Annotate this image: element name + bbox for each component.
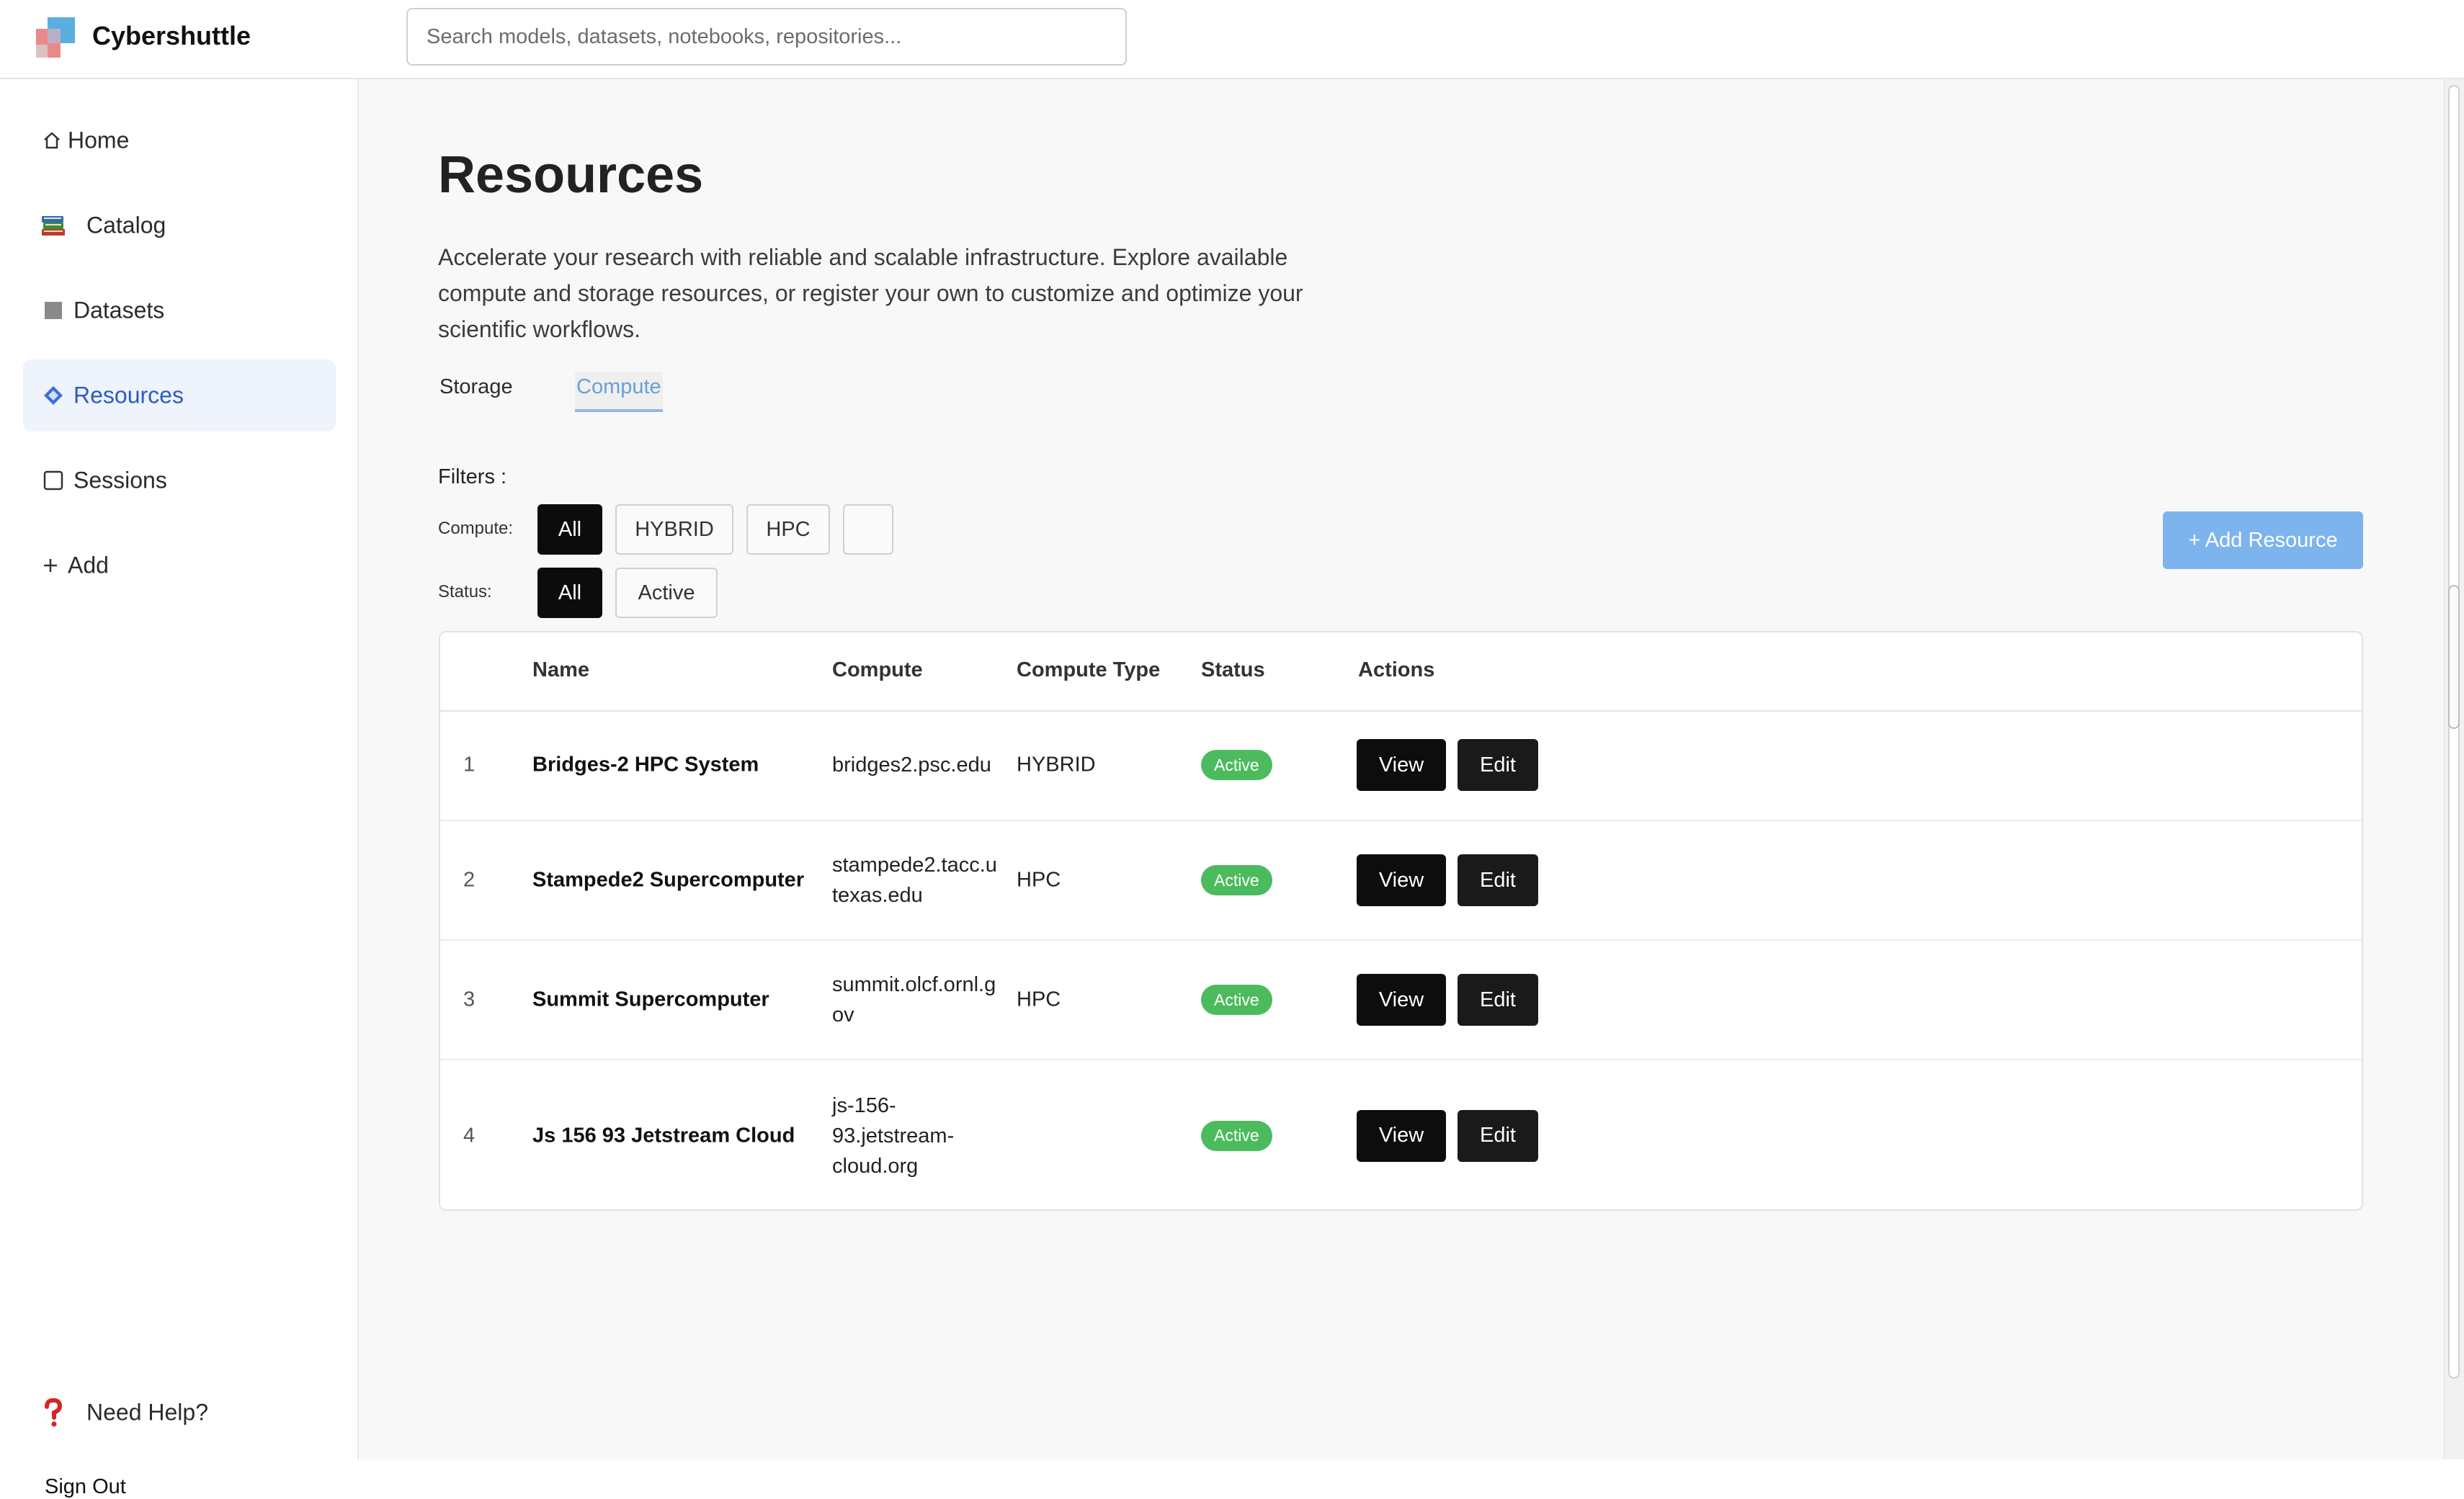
status-filter-all[interactable]: All [537, 568, 602, 618]
diamond-icon [39, 381, 68, 410]
resource-compute-type: HPC [1017, 988, 1061, 1011]
sidebar-item-catalog[interactable]: Catalog [23, 189, 336, 261]
column-header-compute[interactable]: Compute [832, 658, 923, 682]
home-icon [37, 126, 66, 155]
compute-filter-label: Compute: [438, 519, 514, 538]
edit-button[interactable]: Edit [1458, 739, 1538, 791]
plus-icon [36, 551, 65, 580]
resource-compute-host: js-156-93.jetstream-cloud.org [832, 1093, 955, 1178]
sidebar-item-home[interactable]: Home [23, 104, 336, 176]
resource-name[interactable]: Stampede2 Supercomputer [532, 869, 804, 892]
square-outline-icon [39, 466, 68, 495]
scrollbar-track[interactable] [2444, 79, 2464, 1459]
table-row: 2 Stampede2 Supercomputer stampede2.tacc… [440, 821, 2362, 941]
row-index: 2 [463, 868, 476, 892]
tab-compute[interactable]: Compute [575, 372, 663, 412]
resource-name[interactable]: Summit Supercomputer [532, 988, 769, 1012]
sidebar-item-label: Home [68, 127, 130, 153]
tab-storage[interactable]: Storage [439, 372, 513, 412]
column-header-compute-type[interactable]: Compute Type [1017, 658, 1160, 682]
status-badge: Active [1201, 865, 1272, 895]
status-filter-active[interactable]: Active [615, 568, 718, 618]
search-input[interactable] [406, 8, 1127, 66]
sidebar-item-datasets[interactable]: Datasets [23, 274, 336, 346]
column-header-actions: Actions [1358, 658, 1435, 681]
resources-table: Name Compute Compute Type Status Actions… [439, 631, 2363, 1211]
sidebar: Home Catalog Datasets Resources Sessions… [0, 79, 359, 1498]
page-description: Accelerate your research with reliable a… [438, 244, 1303, 342]
status-filter-label: Status: [438, 582, 492, 601]
table-row: 3 Summit Supercomputer summit.olcf.ornl.… [440, 941, 2362, 1060]
table-row: 1 Bridges-2 HPC System bridges2.psc.edu … [440, 710, 2362, 821]
resource-name[interactable]: Js 156 93 Jetstream Cloud [532, 1124, 795, 1147]
sidebar-item-sessions[interactable]: Sessions [23, 444, 336, 516]
compute-filter-empty[interactable] [843, 504, 893, 555]
table-row: 4 Js 156 93 Jetstream Cloud js-156-93.je… [440, 1060, 2362, 1209]
column-header-status[interactable]: Status [1201, 658, 1265, 682]
resource-compute-host: bridges2.psc.edu [832, 753, 991, 777]
sidebar-item-resources[interactable]: Resources [23, 359, 336, 431]
sidebar-item-label: Add [68, 552, 109, 578]
filters-label: Filters : [438, 465, 507, 488]
row-index: 1 [463, 753, 476, 777]
edit-button[interactable]: Edit [1458, 1109, 1538, 1162]
status-badge: Active [1201, 985, 1272, 1015]
resource-compute-host: stampede2.tacc.utexas.edu [832, 854, 997, 907]
scrollbar-thumb[interactable] [2448, 85, 2460, 1379]
view-button[interactable]: View [1357, 974, 1446, 1026]
edit-button[interactable]: Edit [1458, 854, 1538, 906]
sidebar-item-add[interactable]: Add [23, 529, 336, 601]
sidebar-item-label: Catalog [86, 212, 166, 238]
sidebar-item-label: Resources [73, 382, 184, 408]
sidebar-item-label: Datasets [73, 297, 165, 323]
compute-filter-all[interactable]: All [537, 504, 602, 555]
row-index: 3 [463, 988, 476, 1011]
resource-compute-type: HPC [1017, 868, 1061, 892]
view-button[interactable]: View [1357, 1109, 1446, 1162]
sidebar-item-label: Sessions [73, 467, 167, 493]
need-help-link[interactable]: Need Help? [23, 1380, 336, 1445]
view-button[interactable]: View [1357, 854, 1446, 906]
view-button[interactable]: View [1357, 739, 1446, 791]
resource-compute-host: summit.olcf.ornl.gov [832, 973, 996, 1026]
resource-compute-type: HYBRID [1017, 753, 1096, 777]
row-index: 4 [463, 1124, 476, 1147]
need-help-label: Need Help? [86, 1399, 208, 1426]
top-header: Cybershuttle [0, 0, 2464, 79]
status-badge: Active [1201, 750, 1272, 780]
status-badge: Active [1201, 1120, 1272, 1151]
square-filled-icon [39, 296, 68, 325]
question-icon [39, 1398, 68, 1427]
compute-filter-hybrid[interactable]: HYBRID [615, 504, 733, 555]
edit-button[interactable]: Edit [1458, 974, 1538, 1026]
brand-name[interactable]: Cybershuttle [92, 20, 251, 52]
compute-filter-hpc[interactable]: HPC [746, 504, 830, 555]
page-title: Resources [438, 146, 704, 204]
column-header-name[interactable]: Name [532, 658, 589, 682]
add-resource-button[interactable]: + Add Resource [2163, 511, 2363, 569]
resource-name[interactable]: Bridges-2 HPC System [532, 753, 759, 777]
table-header: Name Compute Compute Type Status Actions [440, 632, 2362, 712]
scrollbar-handle[interactable] [2448, 585, 2460, 729]
cybershuttle-logo[interactable] [35, 16, 78, 59]
sign-out-button[interactable]: Sign Out [45, 1475, 126, 1499]
books-icon [39, 211, 68, 240]
